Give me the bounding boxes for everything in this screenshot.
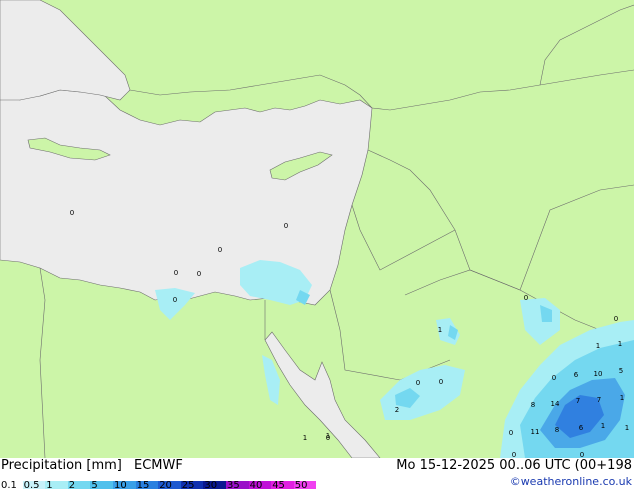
scale-tick-label: 20 <box>159 480 172 491</box>
value-label: 11 <box>531 428 540 436</box>
value-label: 8 <box>531 401 535 409</box>
value-label: 10 <box>594 370 603 378</box>
scale-tick-label: 35 <box>227 480 240 491</box>
value-label: 5 <box>619 367 623 375</box>
scale-tick-label: 10 <box>114 480 127 491</box>
scale-tick-label: 0.5 <box>23 480 40 491</box>
value-label: 7 <box>597 396 601 404</box>
value-label: 2 <box>395 406 399 414</box>
value-label: 1 <box>438 326 442 334</box>
value-label: 1 <box>601 422 605 430</box>
value-label: 6 <box>579 424 584 432</box>
site-credit[interactable]: ©weatheronline.co.uk <box>510 475 632 488</box>
value-label: 6 <box>574 371 579 379</box>
mediterranean-sea <box>0 87 373 306</box>
value-label: 0 <box>439 378 443 386</box>
value-label: 0 <box>524 294 528 302</box>
map-footer: Precipitation [mm] ECMWF Mo 15-12-2025 0… <box>0 458 634 491</box>
value-label: 0 <box>580 451 584 458</box>
scale-tick-label: 45 <box>272 480 285 491</box>
scale-tick-label: 2 <box>68 480 76 491</box>
value-label: 0 <box>416 379 420 387</box>
value-label: 0 <box>174 269 178 277</box>
value-label: 7 <box>576 397 580 405</box>
model-name: ECMWF <box>134 458 183 473</box>
scale-tick-label: 50 <box>294 480 308 491</box>
value-label: 1 <box>625 424 629 432</box>
value-label: 1 <box>326 432 330 440</box>
scale-tick-label: 25 <box>181 480 195 491</box>
scale-tick-label: 5 <box>91 480 98 491</box>
scale-tick-label: 15 <box>136 480 150 491</box>
value-label: 0 <box>509 429 513 437</box>
value-label: 0 <box>512 451 516 458</box>
value-label: 1 <box>618 340 622 348</box>
scale-tick-label: 0.1 <box>1 480 17 491</box>
scale-tick-label: 30 <box>204 480 218 491</box>
value-label: 0 <box>173 296 177 304</box>
value-label: 1 <box>303 434 307 442</box>
precipitation-map: 0000 00 0010 021 11000 6 10 518 14 7 710 11 8 6 110 <box>0 0 634 458</box>
value-label: 1 <box>596 342 600 350</box>
map-title: Precipitation [mm] <box>1 458 122 473</box>
scale-tick-label: 40 <box>249 480 263 491</box>
valid-time: Mo 15-12-2025 00..06 UTC (00+198 <box>396 458 632 473</box>
scale-tick-label: 1 <box>46 480 53 491</box>
value-label: 0 <box>70 209 74 217</box>
value-label: 0 <box>197 270 201 278</box>
value-label: 0 <box>218 246 222 254</box>
value-label: 8 <box>555 426 559 434</box>
value-label: 0 <box>614 315 618 323</box>
value-label: 14 <box>551 400 560 408</box>
value-label: 1 <box>620 394 624 402</box>
value-label: 0 <box>552 374 556 382</box>
value-label: 0 <box>284 222 288 230</box>
